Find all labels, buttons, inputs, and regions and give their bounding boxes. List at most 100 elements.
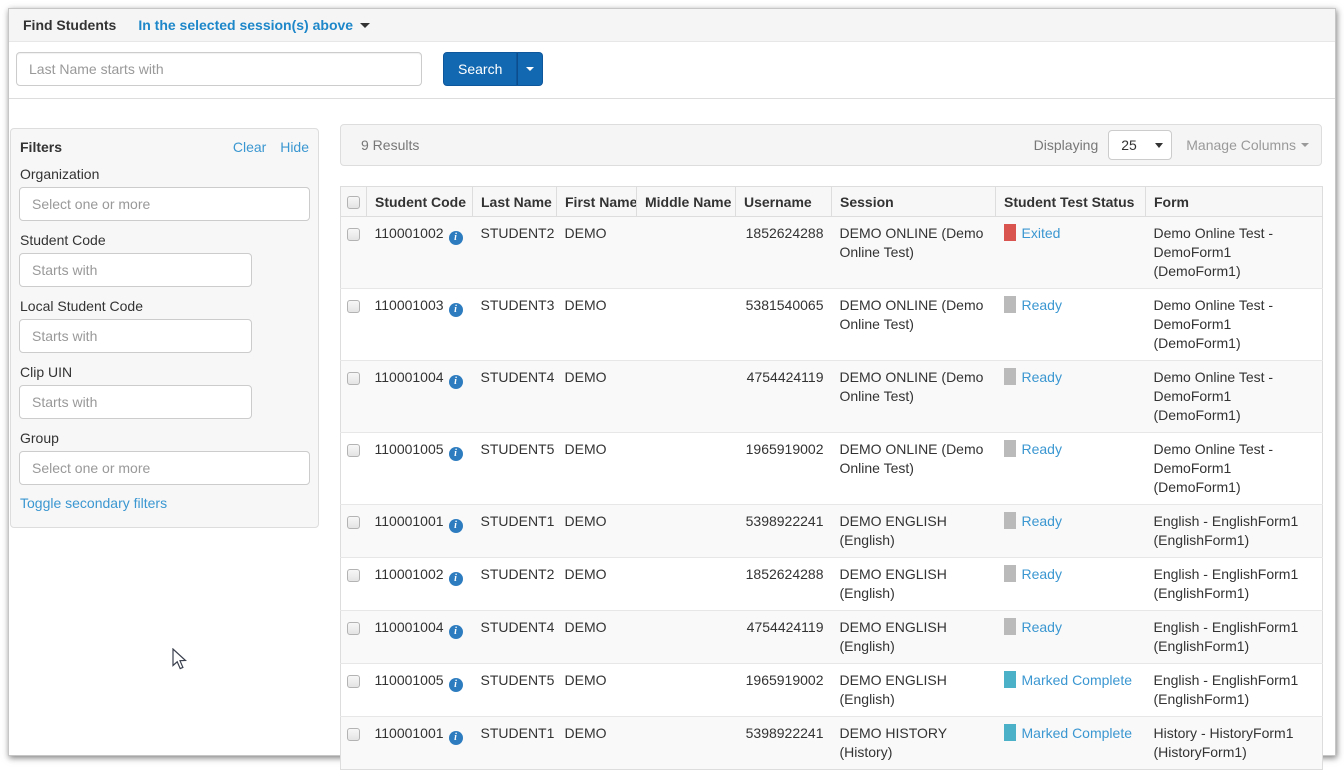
info-icon[interactable]: i	[449, 572, 463, 586]
status-link[interactable]: Ready	[1022, 512, 1062, 531]
info-icon[interactable]: i	[449, 731, 463, 745]
status-link[interactable]: Ready	[1022, 368, 1062, 387]
filter-input-organization[interactable]	[19, 187, 310, 221]
search-button[interactable]: Search	[443, 52, 517, 86]
row-checkbox[interactable]	[347, 675, 360, 688]
first-name-cell: DEMO	[557, 664, 637, 717]
info-icon[interactable]: i	[449, 303, 463, 317]
session-cell: DEMO ONLINE (Demo Online Test)	[832, 217, 996, 289]
status-wrap: Ready	[1004, 368, 1138, 387]
username-cell: 4754424119	[736, 611, 832, 664]
table-header-row: Student CodeLast NameFirst NameMiddle Na…	[341, 187, 1323, 217]
first-name-cell: DEMO	[557, 558, 637, 611]
search-scope-label: In the selected session(s) above	[138, 17, 353, 33]
filter-input-group[interactable]	[19, 451, 310, 485]
column-header-student-code[interactable]: Student Code	[367, 187, 473, 217]
status-color-swatch	[1004, 296, 1016, 313]
column-header-last-name[interactable]: Last Name	[473, 187, 557, 217]
page-size-select[interactable]: 25	[1108, 130, 1172, 160]
table-row: 110001002iSTUDENT2DEMO1852624288DEMO ENG…	[341, 558, 1323, 611]
search-options-caret-button[interactable]	[517, 52, 543, 86]
filter-label-local-student-code: Local Student Code	[20, 298, 309, 314]
clear-filters-link[interactable]: Clear	[233, 139, 266, 155]
info-icon[interactable]: i	[449, 231, 463, 245]
session-cell: DEMO ENGLISH (English)	[832, 505, 996, 558]
filter-input-clip-uin[interactable]	[19, 385, 252, 419]
info-icon[interactable]: i	[449, 519, 463, 533]
student-code-value: 110001005	[375, 441, 444, 457]
table-row: 110001004iSTUDENT4DEMO4754424119DEMO ENG…	[341, 611, 1323, 664]
students-table: Student CodeLast NameFirst NameMiddle Na…	[340, 186, 1323, 770]
status-link[interactable]: Ready	[1022, 440, 1062, 459]
row-checkbox[interactable]	[347, 372, 360, 385]
status-color-swatch	[1004, 440, 1016, 457]
status-link[interactable]: Marked Complete	[1022, 724, 1133, 743]
last-name-cell: STUDENT4	[473, 611, 557, 664]
session-cell: DEMO ENGLISH (English)	[832, 611, 996, 664]
table-row: 110001003iSTUDENT3DEMO5381540065DEMO ONL…	[341, 289, 1323, 361]
info-icon[interactable]: i	[449, 625, 463, 639]
student-code-value: 110001002	[375, 566, 444, 582]
student-code-value: 110001004	[375, 369, 444, 385]
row-checkbox[interactable]	[347, 728, 360, 741]
username-cell: 1852624288	[736, 217, 832, 289]
info-icon[interactable]: i	[449, 447, 463, 461]
chevron-down-icon	[1155, 143, 1163, 148]
student-code-value: 110001001	[375, 513, 444, 529]
filter-label-organization: Organization	[20, 166, 309, 182]
toggle-secondary-filters-link[interactable]: Toggle secondary filters	[20, 495, 167, 511]
form-cell: English - EnglishForm1 (EnglishForm1)	[1146, 611, 1323, 664]
results-count: 9 Results	[361, 137, 1034, 153]
column-header-form[interactable]: Form	[1146, 187, 1323, 217]
middle-name-cell	[637, 505, 736, 558]
status-color-swatch	[1004, 224, 1016, 241]
displaying-label: Displaying	[1034, 137, 1099, 153]
status-link[interactable]: Marked Complete	[1022, 671, 1133, 690]
info-icon[interactable]: i	[449, 678, 463, 692]
row-checkbox[interactable]	[347, 569, 360, 582]
row-checkbox[interactable]	[347, 300, 360, 313]
middle-name-cell	[637, 664, 736, 717]
student-code-cell: 110001005i	[367, 664, 473, 717]
student-code-cell: 110001002 i	[367, 558, 473, 611]
status-link[interactable]: Ready	[1022, 565, 1062, 584]
status-color-swatch	[1004, 368, 1016, 385]
status-link[interactable]: Ready	[1022, 296, 1062, 315]
first-name-cell: DEMO	[557, 717, 637, 770]
column-header-session[interactable]: Session	[832, 187, 996, 217]
row-select-cell	[341, 611, 367, 664]
info-icon[interactable]: i	[449, 375, 463, 389]
select-all-checkbox[interactable]	[347, 196, 360, 209]
find-students-panel: Find Students In the selected session(s)…	[9, 9, 1335, 99]
manage-columns-dropdown[interactable]: Manage Columns	[1186, 137, 1309, 153]
last-name-search-input[interactable]	[16, 52, 422, 86]
row-checkbox[interactable]	[347, 516, 360, 529]
student-test-status-cell: Marked Complete	[996, 717, 1146, 770]
session-cell: DEMO ONLINE (Demo Online Test)	[832, 433, 996, 505]
chevron-down-icon	[1301, 143, 1309, 147]
table-row: 110001005iSTUDENT5DEMO1965919002DEMO ENG…	[341, 664, 1323, 717]
table-row: 110001001iSTUDENT1DEMO5398922241DEMO ENG…	[341, 505, 1323, 558]
status-color-swatch	[1004, 618, 1016, 635]
filter-input-student-code[interactable]	[19, 253, 252, 287]
middle-name-cell	[637, 717, 736, 770]
column-header-username[interactable]: Username	[736, 187, 832, 217]
middle-name-cell	[637, 289, 736, 361]
search-row: Search	[9, 42, 1335, 98]
status-wrap: Ready	[1004, 618, 1138, 637]
hide-filters-link[interactable]: Hide	[280, 139, 309, 155]
search-split-button: Search	[443, 52, 543, 86]
column-header-middle-name[interactable]: Middle Name	[637, 187, 736, 217]
status-link[interactable]: Ready	[1022, 618, 1062, 637]
search-scope-dropdown[interactable]: In the selected session(s) above	[138, 17, 370, 33]
column-header-first-name[interactable]: First Name	[557, 187, 637, 217]
row-checkbox[interactable]	[347, 444, 360, 457]
page-title: Find Students	[23, 17, 116, 33]
session-cell: DEMO ONLINE (Demo Online Test)	[832, 289, 996, 361]
filter-input-local-student-code[interactable]	[19, 319, 252, 353]
first-name-cell: DEMO	[557, 611, 637, 664]
status-link[interactable]: Exited	[1022, 224, 1061, 243]
row-checkbox[interactable]	[347, 622, 360, 635]
row-checkbox[interactable]	[347, 228, 360, 241]
column-header-student-test-status[interactable]: Student Test Status	[996, 187, 1146, 217]
